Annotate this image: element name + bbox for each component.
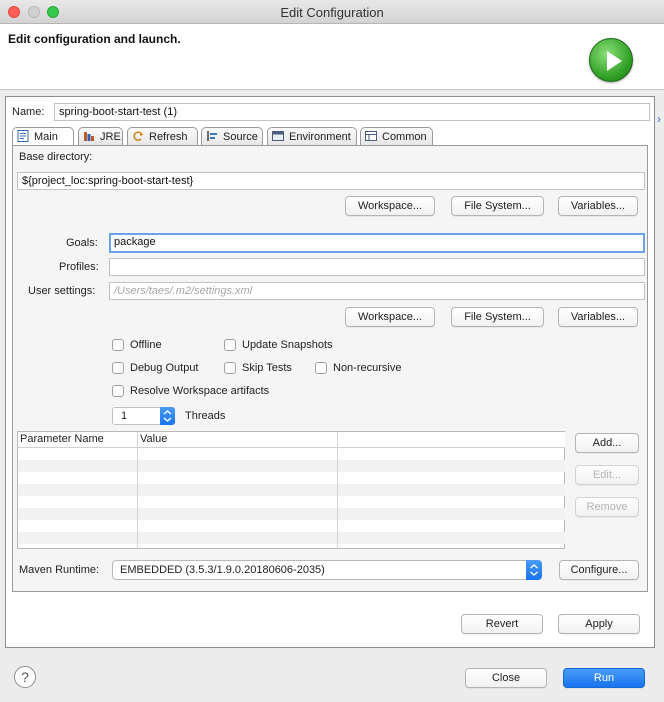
configure-runtime-button[interactable]: Configure... [559,560,639,580]
maven-runtime-select[interactable]: EMBEDDED (3.5.3/1.9.0.20180606-2035) [112,560,542,580]
parameter-table[interactable]: Parameter Name Value [17,431,565,549]
debug-output-checkbox-box[interactable] [112,362,124,374]
dialog-header-title: Edit configuration and launch. [8,32,181,46]
name-field[interactable]: spring-boot-start-test (1) [54,103,650,121]
update-snapshots-checkbox[interactable]: Update Snapshots [224,339,333,353]
help-icon[interactable]: ? [14,666,36,688]
user-settings-label: User settings: [28,285,96,297]
offline-checkbox-box[interactable] [112,339,124,351]
tab-common[interactable]: Common [360,127,433,145]
skip-tests-checkbox-label: Skip Tests [242,362,292,374]
non-recursive-checkbox-box[interactable] [315,362,327,374]
run-launch-icon [589,38,633,82]
source-icon [206,130,219,142]
base-dir-variables-button[interactable]: Variables... [558,196,638,216]
threads-label: Threads [185,410,226,422]
close-button[interactable]: Close [465,668,547,688]
table-row[interactable] [18,484,565,496]
tab-environment[interactable]: Environment [267,127,357,145]
edge-chevron-icon: › [657,112,661,126]
goals-label: Goals: [66,237,98,249]
offline-checkbox[interactable]: Offline [112,339,162,353]
refresh-icon [132,130,145,142]
table-row[interactable] [18,460,565,472]
environment-icon [272,130,285,142]
title-bar: Edit Configuration [0,0,664,24]
tab-source-label: Source [223,131,258,143]
debug-output-checkbox-label: Debug Output [130,362,199,374]
remove-parameter-button[interactable]: Remove [575,497,639,517]
name-label: Name: [12,106,45,118]
configuration-panel: Name: spring-boot-start-test (1) Main JR… [5,96,655,648]
column-header-value: Value [140,433,168,445]
tab-source[interactable]: Source [201,127,263,145]
threads-stepper[interactable]: 1 [112,407,175,425]
update-snapshots-checkbox-label: Update Snapshots [242,339,333,351]
main-tab-content: Base directory: ${project_loc:spring-boo… [12,145,648,592]
tab-refresh-label: Refresh [149,131,188,143]
user-settings-field[interactable]: /Users/taes/.m2/settings.xml [109,282,645,300]
tab-jre[interactable]: JRE [78,127,123,145]
add-parameter-button[interactable]: Add... [575,433,639,453]
edit-parameter-button[interactable]: Edit... [575,465,639,485]
offline-checkbox-label: Offline [130,339,162,351]
resolve-workspace-checkbox[interactable]: Resolve Workspace artifacts [112,385,269,399]
maven-runtime-select-arrows[interactable] [526,560,542,580]
dialog-header: Edit configuration and launch. [0,24,664,90]
base-dir-file-system-button[interactable]: File System... [451,196,544,216]
tab-main[interactable]: Main [12,127,74,146]
tab-environment-label: Environment [289,131,351,143]
base-dir-workspace-button[interactable]: Workspace... [345,196,435,216]
run-button[interactable]: Run [563,668,645,688]
base-directory-field[interactable]: ${project_loc:spring-boot-start-test} [17,172,645,190]
profiles-field[interactable] [109,258,645,276]
update-snapshots-checkbox-box[interactable] [224,339,236,351]
column-header-parameter-name: Parameter Name [20,433,104,445]
skip-tests-checkbox[interactable]: Skip Tests [224,362,292,376]
maven-runtime-label: Maven Runtime: [19,564,100,576]
table-row[interactable] [18,508,565,520]
threads-value: 1 [121,410,128,422]
tab-jre-label: JRE [100,131,121,143]
jre-icon [83,130,96,142]
non-recursive-checkbox-label: Non-recursive [333,362,402,374]
base-directory-label: Base directory: [19,151,93,163]
parameter-table-header: Parameter Name Value [18,432,565,448]
tab-refresh[interactable]: Refresh [127,127,198,145]
column-divider [337,432,338,548]
resolve-workspace-checkbox-box[interactable] [112,385,124,397]
settings-variables-button[interactable]: Variables... [558,307,638,327]
goals-field[interactable]: package [109,233,645,253]
tab-common-label: Common [382,131,427,143]
profiles-label: Profiles: [59,261,99,273]
table-row[interactable] [18,532,565,544]
up-down-arrows-icon [530,564,538,576]
column-divider [137,432,138,548]
main-tab-icon [17,130,30,142]
settings-file-system-button[interactable]: File System... [451,307,544,327]
common-icon [365,130,378,142]
resolve-workspace-checkbox-label: Resolve Workspace artifacts [130,385,270,397]
tab-main-label: Main [34,131,58,143]
maven-runtime-value: EMBEDDED (3.5.3/1.9.0.20180606-2035) [120,564,325,576]
apply-button[interactable]: Apply [558,614,640,634]
settings-workspace-button[interactable]: Workspace... [345,307,435,327]
window-title: Edit Configuration [280,5,384,20]
debug-output-checkbox[interactable]: Debug Output [112,362,199,376]
revert-button[interactable]: Revert [461,614,543,634]
up-down-arrows-icon [163,410,172,422]
threads-stepper-arrows[interactable] [160,407,175,425]
skip-tests-checkbox-box[interactable] [224,362,236,374]
non-recursive-checkbox[interactable]: Non-recursive [315,362,401,376]
edit-configuration-window: Edit Configuration Edit configuration an… [0,0,664,702]
